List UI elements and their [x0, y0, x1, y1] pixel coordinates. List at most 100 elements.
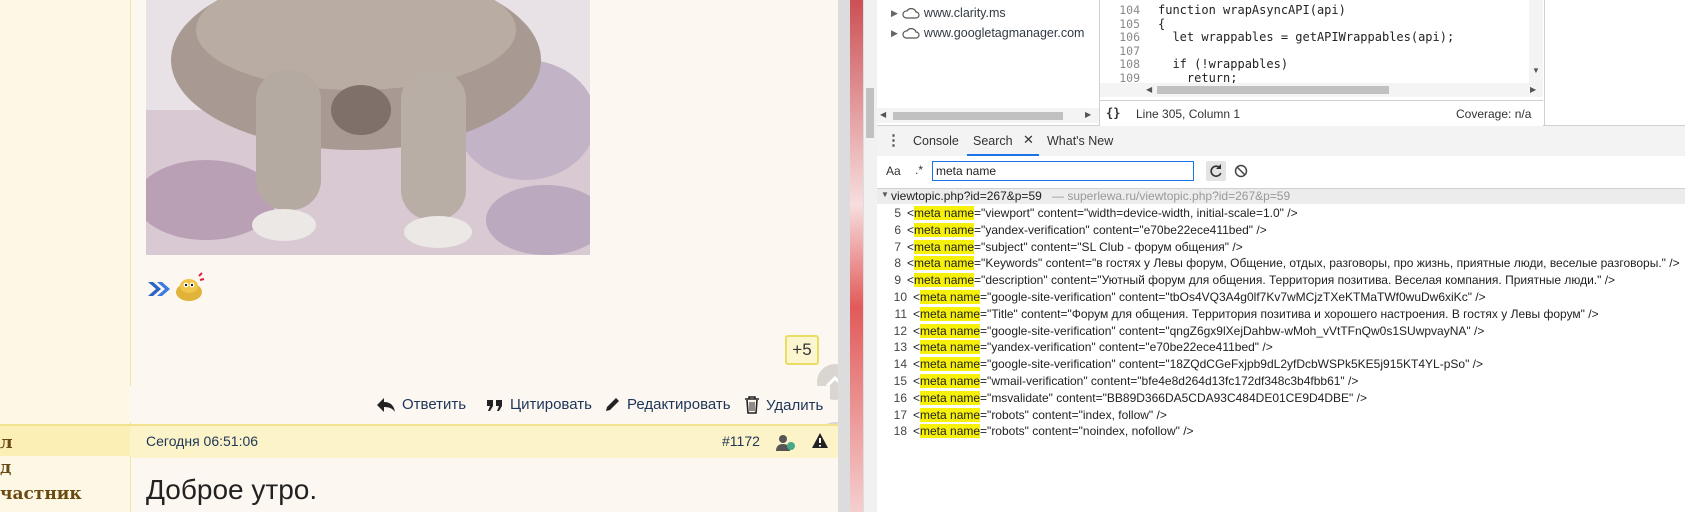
tree-item[interactable]: ▶ www.clarity.ms: [891, 6, 1006, 20]
result-prefix: <: [907, 222, 915, 237]
result-suffix: ="google-site-verification" content="qng…: [980, 323, 1485, 338]
result-prefix: <: [907, 206, 915, 220]
tab-whats-new[interactable]: What's New: [1047, 134, 1113, 148]
result-suffix: ="viewport" content="width=device-width,…: [974, 206, 1298, 220]
author-name-fragment[interactable]: л: [0, 432, 13, 453]
result-text: <meta name="robots" content="index, foll…: [913, 407, 1167, 422]
result-prefix: <: [913, 340, 921, 355]
result-row[interactable]: 13 <meta name="yandex-verification" conte…: [877, 339, 1685, 357]
result-row[interactable]: 16 <meta name="msvalidate" content="BB89D…: [877, 390, 1685, 408]
result-row[interactable]: 12 <meta name="google-site-verification" …: [877, 323, 1685, 341]
result-prefix: <: [913, 407, 921, 422]
scroll-down-icon[interactable]: ▼: [1532, 66, 1540, 75]
result-row[interactable]: 18 <meta name="robots" content="noindex, …: [877, 423, 1685, 441]
result-prefix: <: [913, 424, 921, 439]
result-match: meta name: [920, 390, 981, 405]
match-case-toggle[interactable]: Aa: [886, 164, 901, 178]
report-icon[interactable]: [811, 432, 829, 454]
post-time[interactable]: Сегодня 06:51:06: [146, 433, 258, 449]
result-row[interactable]: 8 <meta name="Keywords" content="в гостях…: [877, 255, 1685, 273]
result-prefix: <: [913, 306, 921, 321]
scroll-thumb[interactable]: [866, 88, 874, 138]
tree-item-label: www.googletagmanager.com: [923, 26, 1085, 40]
result-line-number: 12: [893, 323, 907, 338]
code-vscroll[interactable]: ▼: [1529, 0, 1543, 83]
result-row[interactable]: 17 <meta name="robots" content="index, fo…: [877, 407, 1685, 425]
result-file-name[interactable]: viewtopic.php?id=267&p=59: [891, 189, 1042, 203]
edit-button[interactable]: Редактировать: [604, 396, 731, 413]
file-tree: ▶ www.clarity.ms ▶ www.googletagmanager.…: [877, 0, 1100, 125]
result-match: meta name: [914, 222, 975, 237]
result-text: <meta name="yandex-verification" content…: [913, 340, 1273, 355]
result-suffix: ="yandex-verification" content="e70be22e…: [980, 340, 1273, 355]
result-suffix: ="description" content="Уютный форум для…: [974, 273, 1616, 288]
result-line-number: 17: [893, 407, 907, 422]
result-text: <meta name="robots" content="noindex, no…: [913, 424, 1194, 439]
search-input[interactable]: [932, 161, 1194, 181]
author-role-fragment: частник: [0, 484, 82, 504]
regex-toggle[interactable]: .*: [915, 163, 923, 177]
result-text: <meta name="viewport" content="width=dev…: [907, 206, 1298, 220]
code-scroll-thumb[interactable]: [1157, 86, 1389, 94]
scroll-left-icon[interactable]: ◀: [1146, 85, 1152, 94]
collapse-arrow-icon[interactable]: ▼: [881, 190, 889, 199]
pretty-print-button[interactable]: {}: [1106, 106, 1120, 120]
post-number[interactable]: #1172: [722, 433, 760, 449]
quote-icon: [487, 399, 502, 411]
code-line: function wrapAsyncAPI(api): [1158, 3, 1346, 17]
tab-search[interactable]: Search ✕: [967, 126, 1039, 156]
smiley-icon: [174, 272, 206, 308]
page-edge: [850, 0, 863, 512]
quote-button[interactable]: Цитировать: [486, 396, 592, 413]
result-text: <meta name="yandex-verification" content…: [907, 222, 1267, 237]
scroll-right-icon[interactable]: ▶: [1085, 110, 1091, 119]
refresh-button[interactable]: [1206, 161, 1226, 181]
result-row[interactable]: 6 <meta name="yandex-verification" conten…: [877, 222, 1685, 240]
author-info: д частник: [0, 456, 131, 512]
scroll-left-icon[interactable]: ◀: [880, 110, 886, 119]
search-toolbar: Aa .*: [877, 156, 1685, 189]
code-line: {: [1158, 16, 1166, 31]
line-number: 104: [1119, 3, 1140, 17]
result-match: meta name: [920, 407, 981, 422]
result-suffix: ="wmail-verification" content="bfe4e8d26…: [980, 374, 1359, 388]
result-row[interactable]: 7 <meta name="subject" content="SL Club -…: [877, 239, 1685, 257]
result-suffix: ="Title" content="Форум для общения. Тер…: [980, 306, 1599, 321]
tree-scrollbar[interactable]: ◀ ▶: [877, 108, 1099, 123]
result-row[interactable]: 5 <meta name="viewport" content="width=de…: [877, 205, 1685, 223]
result-text: <meta name="Keywords" content="в гостях …: [907, 256, 1680, 271]
result-row[interactable]: 15 <meta name="wmail-verification" conten…: [877, 373, 1685, 391]
reply-button[interactable]: Ответить: [376, 396, 466, 413]
clear-button[interactable]: [1231, 161, 1251, 186]
delete-button[interactable]: Удалить: [744, 396, 823, 414]
result-file-header[interactable]: ▼ viewtopic.php?id=267&p=59 — superlewa.…: [877, 189, 1685, 204]
tree-item-label: www.clarity.ms: [923, 6, 1006, 20]
author-header-cell: л: [0, 426, 130, 458]
result-match: meta name: [920, 290, 981, 304]
result-row[interactable]: 10 <meta name="google-site-verification" …: [877, 289, 1685, 307]
result-match: meta name: [914, 206, 975, 220]
result-prefix: <: [913, 374, 921, 388]
result-match: meta name: [920, 340, 981, 355]
pencil-icon: [606, 398, 619, 411]
tab-console[interactable]: Console: [913, 134, 959, 148]
result-text: <meta name="Title" content="Форум для об…: [913, 306, 1599, 321]
code-scrollbar[interactable]: ◀ ▶: [1100, 83, 1543, 97]
close-icon[interactable]: ✕: [1023, 132, 1034, 148]
rating-badge[interactable]: +5: [785, 335, 819, 365]
result-suffix: ="yandex-verification" content="e70be22e…: [974, 222, 1267, 237]
more-menu-icon[interactable]: ⋮: [886, 131, 901, 149]
result-row[interactable]: 9 <meta name="description" content="Уютны…: [877, 272, 1685, 290]
result-row[interactable]: 14 <meta name="google-site-verification" …: [877, 356, 1685, 374]
result-row[interactable]: 11 <meta name="Title" content="Форум для …: [877, 306, 1685, 324]
tree-scroll-thumb[interactable]: [893, 112, 1063, 120]
users-icon[interactable]: [776, 434, 796, 456]
result-line-number: 13: [893, 340, 907, 355]
result-prefix: <: [907, 239, 915, 254]
tree-item[interactable]: ▶ www.googletagmanager.com: [891, 26, 1084, 40]
reply-icon: [377, 397, 395, 412]
expand-arrow-icon: ▶: [891, 7, 898, 18]
result-text: <meta name="subject" content="SL Club - …: [907, 239, 1243, 254]
scroll-right-icon[interactable]: ▶: [1530, 85, 1536, 94]
quote-label: Цитировать: [510, 396, 592, 413]
